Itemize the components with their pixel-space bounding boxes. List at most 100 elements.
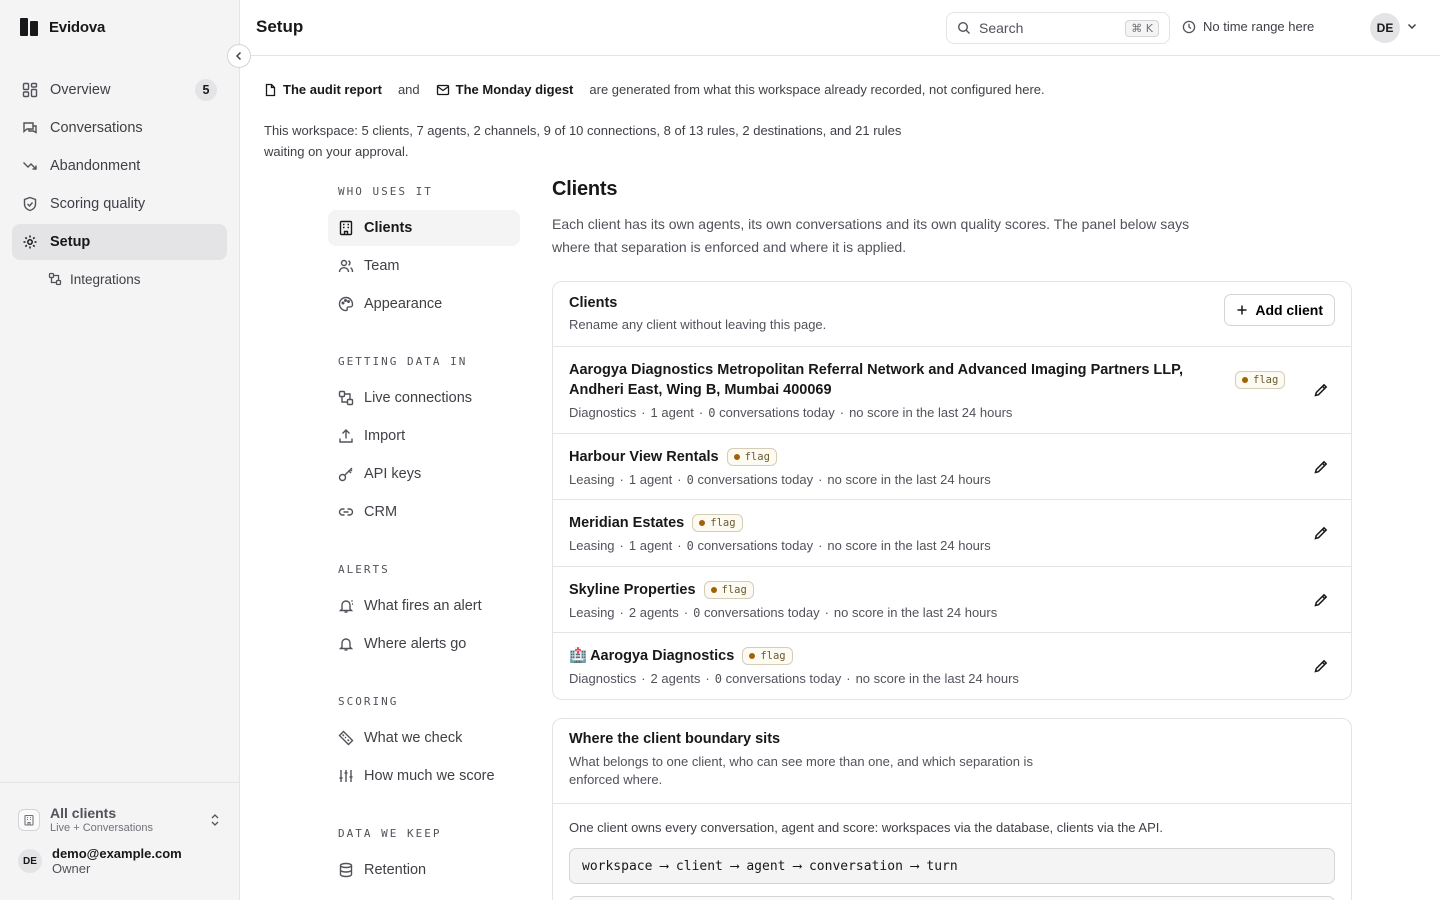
avatar: DE: [18, 849, 42, 873]
subnav-item-label: What fires an alert: [364, 598, 482, 614]
conversation-label: conversations today: [700, 604, 820, 620]
connections-icon: [338, 390, 354, 406]
sidebar-item-setup[interactable]: Setup: [12, 224, 227, 260]
subnav-item-where-alerts-go[interactable]: Where alerts go: [328, 626, 520, 662]
subnav-item-retention[interactable]: Retention: [328, 852, 520, 888]
subnav-item-crm[interactable]: CRM: [328, 494, 520, 530]
client-conversations: 0 conversations today: [693, 605, 819, 620]
client-category: Diagnostics: [569, 671, 637, 686]
meta-separator: ·: [818, 538, 823, 553]
sidebar-subitem-integrations[interactable]: Integrations: [12, 262, 227, 296]
subnav-item-what-we-check[interactable]: What we check: [328, 720, 520, 756]
section-description: Each client has its own agents, its own …: [552, 216, 1190, 255]
overview-count-badge: 5: [195, 79, 217, 101]
subnav-item-label: Import: [364, 428, 406, 444]
client-meta: Leasing · 1 agent · 0 conversations today ·…: [569, 538, 1295, 553]
brand-logo: [20, 16, 38, 38]
subnav-item-clients[interactable]: Clients: [328, 210, 520, 246]
subnav-item-how-much-we-score[interactable]: How much we score: [328, 758, 520, 794]
client-boundary-body: One client owns every conversation, agen…: [553, 804, 1351, 900]
client-row[interactable]: Skyline Properties flag Leasing · 2 agent…: [553, 567, 1351, 633]
setup-subnav: WHO USES IT Clients Team Appearance GETT…: [328, 180, 520, 890]
client-conversations: 0 conversations today: [715, 671, 841, 686]
subnav-item-live-connections[interactable]: Live connections: [328, 380, 520, 416]
flag-badge: flag: [742, 647, 793, 665]
client-agents: 2 agents: [650, 671, 701, 686]
meta-separator: ·: [698, 405, 704, 420]
monday-digest-label: The Monday digest: [455, 82, 574, 97]
monday-digest-link[interactable]: The Monday digest: [436, 82, 574, 97]
client-name-text: Aarogya Diagnostics: [590, 648, 735, 664]
client-switcher[interactable]: All clients Live + Conversations: [0, 783, 239, 834]
subnav-item-appearance[interactable]: Appearance: [328, 286, 520, 322]
meta-separator: ·: [824, 604, 829, 620]
conversation-label: conversations today: [693, 471, 814, 487]
subnav-item-label: API keys: [364, 466, 422, 482]
client-boundary-title: Where the client boundary sits: [569, 731, 781, 747]
conversation-count: 0: [686, 539, 694, 553]
chevron-left-icon: [234, 51, 244, 61]
sidebar-item-scoring-quality[interactable]: Scoring quality: [12, 186, 227, 222]
bell-ring-icon: [338, 598, 354, 614]
sidebar-subitem-label: Integrations: [70, 271, 141, 287]
subnav-item-import[interactable]: Import: [328, 418, 520, 454]
subnav-item-api-keys[interactable]: API keys: [328, 456, 520, 492]
meta-separator: ·: [619, 471, 624, 487]
edit-client-button[interactable]: [1307, 376, 1335, 404]
sidebar-item-overview[interactable]: Overview 5: [12, 72, 227, 108]
add-client-button[interactable]: Add client: [1224, 294, 1335, 326]
chevron-down-icon[interactable]: [1406, 20, 1418, 32]
client-boundary-header: Where the client boundary sits What belo…: [553, 719, 1351, 804]
subnav-item-what-fires-an-alert[interactable]: What fires an alert: [328, 588, 520, 624]
pencil-icon: [1314, 460, 1328, 474]
flag-label: flag: [744, 450, 770, 463]
client-row[interactable]: Harbour View Rentals flag Leasing · 1 age…: [553, 434, 1351, 500]
client-row[interactable]: Meridian Estates flag Leasing · 1 agent · …: [553, 500, 1351, 567]
client-switcher-subtitle: Live + Conversations: [50, 822, 154, 834]
key-icon: [338, 466, 354, 482]
edit-client-button[interactable]: [1307, 519, 1335, 547]
upload-icon: [338, 428, 354, 444]
client-row[interactable]: 🏥 Aarogya Diagnostics flag Diagnostics · 2…: [553, 633, 1351, 699]
meta-separator: ·: [619, 604, 624, 620]
client-agents: 1 agent: [650, 405, 694, 420]
client-agents: 1 agent: [628, 471, 673, 487]
generated-notice: The audit report and The Monday digest a…: [264, 82, 1045, 97]
clients-card-header: Clients Rename any client without leavin…: [553, 282, 1351, 347]
flag-badge: flag: [703, 580, 754, 599]
clients-panel: Clients Each client has its own agents, …: [552, 178, 1352, 900]
client-score: no score in the last 24 hours: [833, 604, 998, 620]
user-email: demo@example.com: [52, 846, 182, 861]
edit-client-button[interactable]: [1307, 453, 1335, 481]
client-category: Diagnostics: [569, 405, 637, 420]
integrations-icon: [48, 272, 62, 286]
flag-dot: [749, 653, 756, 659]
clock-icon: [1182, 20, 1196, 34]
sidebar-item-abandonment[interactable]: Abandonment: [12, 148, 227, 184]
brand[interactable]: Evidova: [20, 16, 105, 38]
client-boundary-card: Where the client boundary sits What belo…: [552, 718, 1352, 900]
conversation-label: conversations today: [722, 671, 842, 686]
meta-separator: ·: [818, 471, 823, 487]
database-icon: [338, 862, 354, 878]
avatar[interactable]: DE: [1370, 13, 1400, 43]
audit-report-link[interactable]: The audit report: [264, 82, 382, 97]
flag-dot: [733, 453, 740, 460]
edit-client-button[interactable]: [1307, 586, 1335, 614]
collapse-sidebar-button[interactable]: [227, 44, 251, 68]
user-menu[interactable]: DE demo@example.com Owner: [0, 834, 239, 876]
subnav-item-team[interactable]: Team: [328, 248, 520, 284]
pencil-icon: [1314, 526, 1328, 540]
edit-client-button[interactable]: [1307, 652, 1335, 680]
flag-badge: flag: [1235, 371, 1286, 389]
flag-label: flag: [710, 517, 736, 529]
search-input[interactable]: Search ⌘ K: [946, 12, 1170, 44]
meta-separator: ·: [677, 471, 682, 487]
document-icon: [264, 83, 277, 97]
client-score: no score in the last 24 hours: [849, 405, 1013, 420]
meta-separator: ·: [846, 671, 851, 686]
sidebar-item-conversations[interactable]: Conversations: [12, 110, 227, 146]
client-name: Harbour View Rentals: [569, 448, 719, 465]
client-row[interactable]: Aarogya Diagnostics Metropolitan Referra…: [553, 347, 1351, 434]
pencil-icon: [1314, 593, 1328, 607]
